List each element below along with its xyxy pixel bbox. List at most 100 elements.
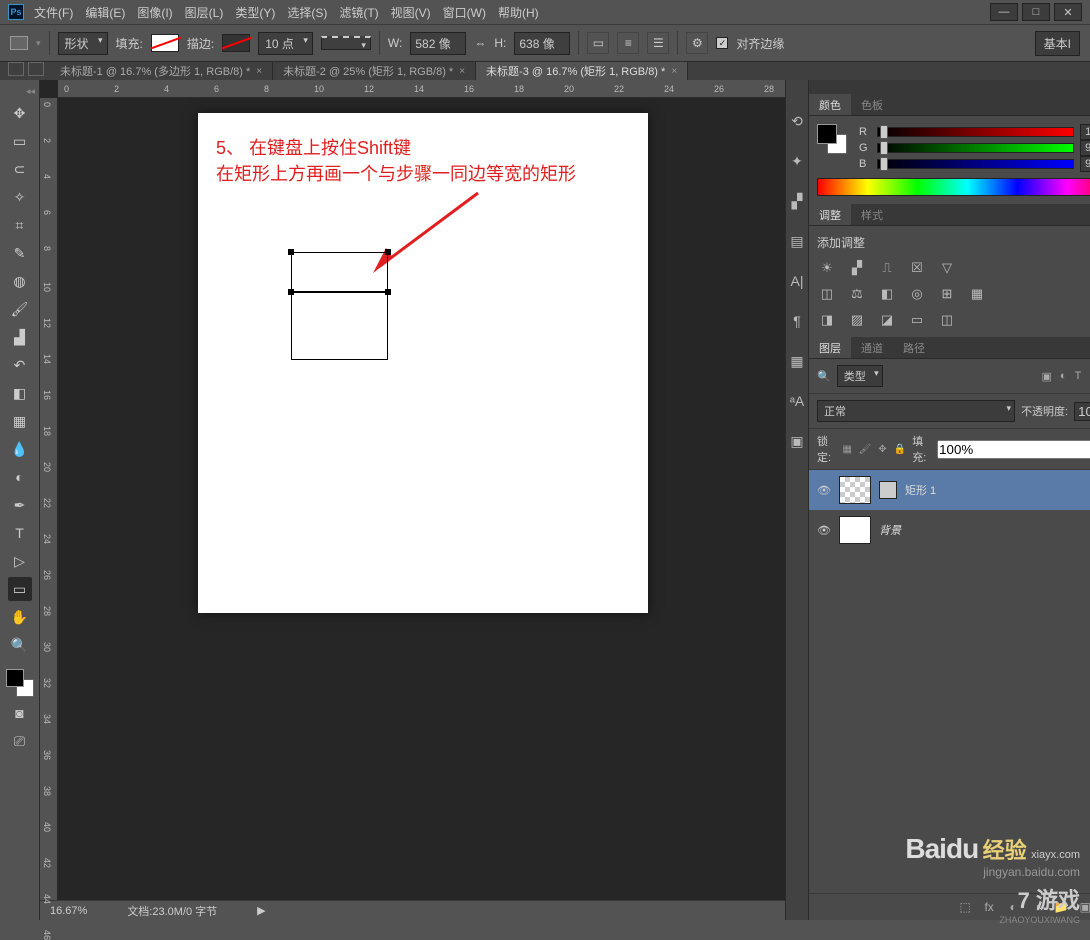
filter-adjust-icon[interactable]: ◐: [1060, 370, 1067, 383]
doc-tab-3[interactable]: 未标题-3 @ 16.7% (矩形 1, RGB/8) * ×: [476, 62, 688, 80]
layer-row-rect1[interactable]: 👁 矩形 1: [809, 470, 1090, 510]
balance-icon[interactable]: ⚖: [847, 285, 867, 303]
blend-mode-select[interactable]: 正常: [817, 400, 1015, 422]
visibility-icon[interactable]: 👁: [817, 524, 831, 537]
path-select-tool[interactable]: ▷: [8, 549, 32, 573]
handle-ne[interactable]: [385, 249, 391, 255]
fx-icon[interactable]: fx: [980, 898, 998, 916]
visibility-icon[interactable]: 👁: [817, 484, 831, 497]
view-arrange-icon[interactable]: [8, 62, 24, 76]
fill-input[interactable]: [937, 440, 1090, 459]
shape-preset-icon[interactable]: [10, 36, 28, 50]
path-ops-icon[interactable]: ▭: [587, 32, 609, 54]
crop-tool[interactable]: ⌗: [8, 213, 32, 237]
fill-swatch[interactable]: [151, 34, 179, 52]
curves-icon[interactable]: ⎍: [877, 259, 897, 277]
foreground-swatch[interactable]: [6, 669, 24, 687]
close-icon[interactable]: ×: [459, 66, 465, 77]
layer-name[interactable]: 背景: [879, 522, 901, 538]
opacity-input[interactable]: [1074, 402, 1090, 421]
canvas-document[interactable]: 5、 在键盘上按住Shift键 在矩形上方再画一个与步骤一同边等宽的矩形: [198, 113, 648, 613]
zoom-tool[interactable]: 🔍: [8, 633, 32, 657]
maximize-button[interactable]: □: [1022, 3, 1050, 21]
threshold-icon[interactable]: ◪: [877, 311, 897, 329]
brush-preset-icon[interactable]: ▦: [786, 350, 808, 372]
navigator-icon[interactable]: ✦: [786, 150, 808, 172]
tab-adjustments[interactable]: 调整: [809, 204, 851, 225]
vibrance-icon[interactable]: ▽: [937, 259, 957, 277]
minimize-button[interactable]: —: [990, 3, 1018, 21]
styles-panel-icon[interactable]: ᵃA: [786, 390, 808, 412]
move-tool[interactable]: ✥: [8, 101, 32, 125]
b-slider[interactable]: [877, 159, 1074, 169]
menu-view[interactable]: 视图(V): [391, 4, 431, 21]
tab-styles[interactable]: 样式: [851, 204, 893, 225]
layer-name[interactable]: 矩形 1: [905, 482, 936, 498]
lookup-icon[interactable]: ▦: [967, 285, 987, 303]
link-wh-icon[interactable]: ⇔: [474, 36, 486, 50]
paragraph-panel-icon[interactable]: ¶: [786, 310, 808, 332]
stroke-style-select[interactable]: [321, 36, 371, 50]
dodge-tool[interactable]: ◐: [8, 465, 32, 489]
screen-mode-tool[interactable]: ⎚: [8, 729, 32, 753]
close-icon[interactable]: ×: [256, 66, 262, 77]
lock-all-icon[interactable]: 🔒: [894, 442, 906, 456]
close-button[interactable]: ✕: [1054, 3, 1082, 21]
tab-color[interactable]: 颜色: [809, 94, 851, 115]
layer-thumbnail[interactable]: [839, 476, 871, 504]
filter-type-icon[interactable]: T: [1075, 370, 1082, 383]
lock-paint-icon[interactable]: 🖌: [858, 442, 871, 456]
height-input[interactable]: 638 像: [514, 32, 570, 55]
gradient-tool[interactable]: ▦: [8, 409, 32, 433]
blur-tool[interactable]: 💧: [8, 437, 32, 461]
magic-wand-tool[interactable]: ✧: [8, 185, 32, 209]
menu-file[interactable]: 文件(F): [34, 4, 73, 21]
channel-mixer-icon[interactable]: ⊞: [937, 285, 957, 303]
basic-button[interactable]: 基本I: [1035, 31, 1080, 56]
levels-icon[interactable]: ▞: [847, 259, 867, 277]
history-brush-tool[interactable]: ↶: [8, 353, 32, 377]
posterize-icon[interactable]: ▨: [847, 311, 867, 329]
b-value[interactable]: 9: [1080, 156, 1090, 172]
hand-tool[interactable]: ✋: [8, 605, 32, 629]
hue-icon[interactable]: ◫: [817, 285, 837, 303]
status-chevron-icon[interactable]: ▶: [257, 904, 265, 917]
g-value[interactable]: 9: [1080, 140, 1090, 156]
link-layers-icon[interactable]: ⬚: [956, 898, 974, 916]
arrange-icon[interactable]: ☰: [647, 32, 669, 54]
search-icon[interactable]: 🔍: [817, 370, 831, 383]
mask-icon[interactable]: ◐: [1004, 898, 1022, 916]
gradient-map-icon[interactable]: ▭: [907, 311, 927, 329]
lock-position-icon[interactable]: ✥: [877, 442, 888, 456]
stroke-swatch[interactable]: [222, 34, 250, 52]
menu-type[interactable]: 类型(Y): [235, 4, 275, 21]
history-panel-icon[interactable]: ⟲: [786, 110, 808, 132]
lock-pixels-icon[interactable]: ▦: [842, 442, 853, 456]
layer-row-background[interactable]: 👁 背景 🔒: [809, 510, 1090, 550]
eraser-tool[interactable]: ◧: [8, 381, 32, 405]
group-icon[interactable]: 📁: [1052, 898, 1070, 916]
pen-tool[interactable]: ✒: [8, 493, 32, 517]
tab-swatches[interactable]: 色板: [851, 94, 893, 115]
menu-select[interactable]: 选择(S): [287, 4, 327, 21]
photo-filter-icon[interactable]: ◎: [907, 285, 927, 303]
shape-rect-upper[interactable]: [291, 252, 388, 292]
g-slider[interactable]: [877, 143, 1074, 153]
brush-tool[interactable]: 🖌: [8, 297, 32, 321]
healing-brush-tool[interactable]: ◍: [8, 269, 32, 293]
doc-tab-1[interactable]: 未标题-1 @ 16.7% (多边形 1, RGB/8) * ×: [50, 62, 273, 80]
horizontal-ruler[interactable]: 0246810121416182022242628: [58, 80, 785, 98]
info-panel-icon[interactable]: ▤: [786, 230, 808, 252]
width-input[interactable]: 582 像: [410, 32, 466, 55]
spectrum-picker[interactable]: [817, 178, 1090, 196]
menu-filter[interactable]: 滤镜(T): [339, 4, 378, 21]
bw-icon[interactable]: ◧: [877, 285, 897, 303]
menu-edit[interactable]: 编辑(E): [85, 4, 125, 21]
invert-icon[interactable]: ◨: [817, 311, 837, 329]
menu-help[interactable]: 帮助(H): [498, 4, 539, 21]
menu-layer[interactable]: 图层(L): [185, 4, 224, 21]
layer-filter-select[interactable]: 类型: [837, 365, 883, 387]
tab-layers[interactable]: 图层: [809, 337, 851, 358]
close-icon[interactable]: ×: [671, 66, 677, 77]
filter-image-icon[interactable]: ▣: [1042, 370, 1052, 383]
